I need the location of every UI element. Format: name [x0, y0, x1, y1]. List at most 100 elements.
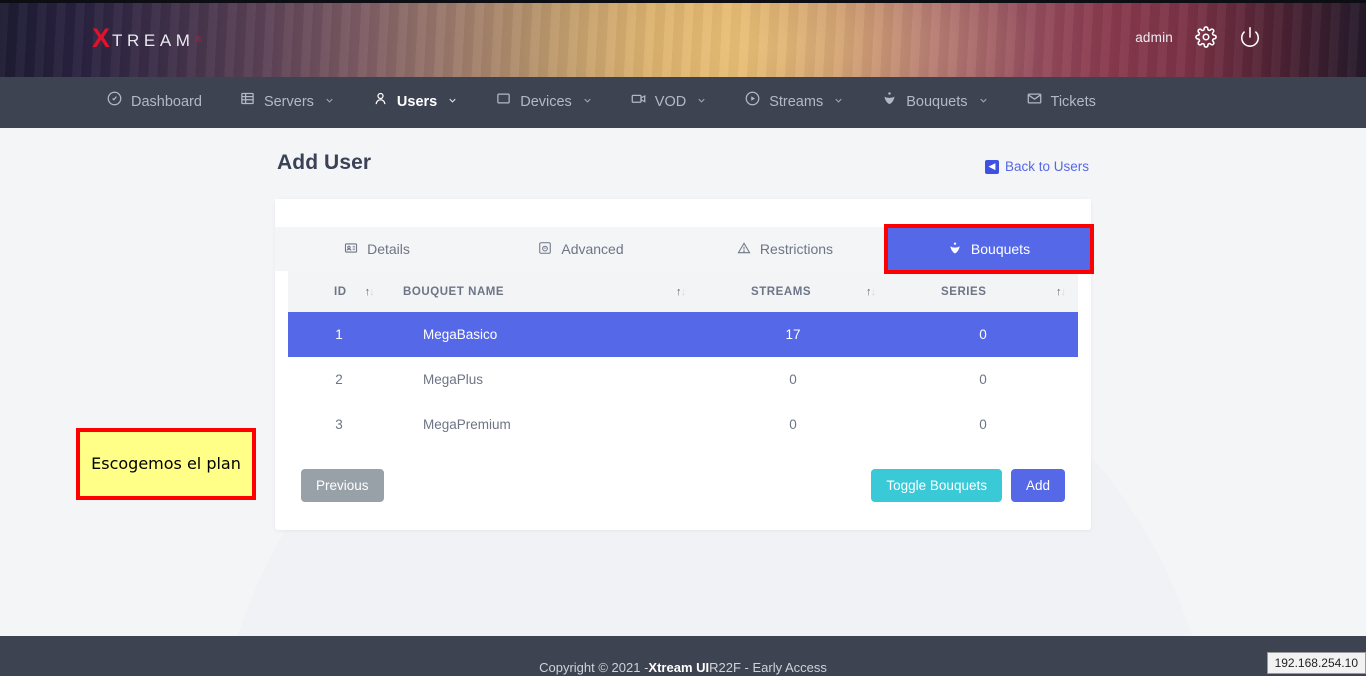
cell-bouquet-name: MegaBasico [423, 327, 498, 342]
card-action-bar: Previous Toggle Bouquets Add [288, 447, 1078, 502]
nav-item-users[interactable]: Users [354, 77, 477, 128]
chevron-down-icon [582, 77, 593, 128]
nav-item-vod[interactable]: VOD [612, 77, 726, 128]
nav-label: Users [396, 94, 438, 110]
footer-suffix: R22F - Early Access [709, 660, 827, 675]
page-body: Add User ◀ Back to Users Details Advance… [0, 128, 1366, 676]
column-label: BOUQUET NAME [403, 285, 505, 298]
column-label: STREAMS [751, 285, 812, 298]
cell-bouquet-name: MegaPlus [423, 372, 484, 387]
tab-wrap-restrictions: Restrictions [683, 227, 887, 271]
back-link-label: Back to Users [1004, 159, 1089, 174]
main-navigation: Dashboard Servers Users Devices VOD Stre… [0, 77, 1366, 137]
tab-bar: Details Advanced Restrictions Bouquets [275, 224, 1094, 274]
nav-label: Streams [769, 94, 824, 110]
back-to-users-link[interactable]: ◀ Back to Users [984, 159, 1089, 174]
nav-label: Dashboard [131, 94, 202, 110]
footer-brand: Xtream UI [648, 660, 710, 675]
nav-label: VOD [654, 94, 687, 110]
nav-item-dashboard[interactable]: Dashboard [88, 77, 221, 128]
cell-series: 0 [979, 417, 987, 432]
tab-label: Restrictions [759, 241, 834, 257]
cell-series: 0 [979, 372, 987, 387]
sort-updown-icon[interactable]: ↑↓ [365, 286, 375, 298]
column-label: ID [334, 285, 347, 298]
nav-item-streams[interactable]: Streams [726, 77, 863, 128]
sort-updown-icon[interactable]: ↑↓ [676, 286, 686, 298]
footer-prefix: Copyright © 2021 - [539, 660, 649, 675]
cell-streams: 0 [789, 417, 797, 432]
settings-icon [538, 241, 552, 258]
nav-label: Devices [520, 94, 572, 110]
card-top-spacer [275, 199, 1091, 227]
dashboard-icon [107, 77, 122, 128]
table-row[interactable]: 3 MegaPremium 0 0 [288, 402, 1078, 447]
table-body: 1 MegaBasico 17 0 2 MegaPlus 0 0 3 MegaP… [288, 312, 1078, 447]
tab-details[interactable]: Details [275, 227, 479, 271]
tab-label: Bouquets [970, 241, 1031, 257]
mail-icon [1027, 77, 1042, 128]
video-icon [631, 77, 646, 128]
column-header-id[interactable]: ID ↑↓ [288, 271, 390, 312]
column-header-bouquet-name[interactable]: BOUQUET NAME ↑↓ [390, 271, 698, 312]
page-footer: Copyright © 2021 - Xtream UI R22F - Earl… [0, 636, 1366, 676]
nav-item-bouquets[interactable]: Bouquets [863, 77, 1007, 128]
cell-series: 0 [979, 327, 987, 342]
tab-label: Details [367, 241, 410, 257]
tab-label: Advanced [561, 241, 624, 257]
nav-label: Servers [263, 94, 314, 110]
table-row[interactable]: 1 MegaBasico 17 0 [288, 312, 1078, 357]
table-header-row: ID ↑↓ BOUQUET NAME ↑↓ STREAMS ↑↓ SERIES … [288, 271, 1078, 312]
toggle-bouquets-button[interactable]: Toggle Bouquets [871, 469, 1002, 502]
column-label: SERIES [941, 285, 987, 298]
nav-item-servers[interactable]: Servers [221, 77, 354, 128]
cell-id: 3 [335, 417, 343, 432]
page-title: Add User [277, 151, 372, 174]
tab-advanced[interactable]: Advanced [479, 227, 683, 271]
chevron-down-icon [324, 77, 335, 128]
sort-updown-icon[interactable]: ↑↓ [1056, 286, 1066, 298]
brand-logo-registered: ® [195, 35, 202, 44]
nav-item-devices[interactable]: Devices [477, 77, 612, 128]
bouquets-table-area: ID ↑↓ BOUQUET NAME ↑↓ STREAMS ↑↓ SERIES … [275, 271, 1091, 502]
column-header-streams[interactable]: STREAMS ↑↓ [698, 271, 888, 312]
sort-updown-icon[interactable]: ↑↓ [866, 286, 876, 298]
cell-bouquet-name: MegaPremium [423, 417, 511, 432]
power-icon[interactable] [1239, 26, 1261, 48]
table-head: ID ↑↓ BOUQUET NAME ↑↓ STREAMS ↑↓ SERIES … [288, 271, 1078, 312]
bouquets-table: ID ↑↓ BOUQUET NAME ↑↓ STREAMS ↑↓ SERIES … [288, 271, 1078, 447]
chevron-down-icon [978, 77, 989, 128]
top-banner: X TREAM ® admin [0, 0, 1366, 77]
tab-wrap-bouquets: Bouquets [884, 224, 1094, 274]
nav-item-tickets[interactable]: Tickets [1008, 77, 1115, 128]
brand-logo-text: TREAM [112, 30, 195, 50]
server-icon [240, 77, 255, 128]
tab-bouquets[interactable]: Bouquets [887, 227, 1091, 271]
header-actions: admin [1135, 26, 1261, 48]
chevron-down-icon [447, 77, 458, 128]
gear-icon[interactable] [1195, 26, 1217, 48]
nav-label: Tickets [1050, 94, 1096, 110]
tab-restrictions[interactable]: Restrictions [683, 227, 887, 271]
ip-address-badge: 192.168.254.10 [1266, 652, 1366, 674]
page-header: Add User ◀ Back to Users [275, 151, 1091, 175]
annotation-callout: Escogemos el plan [76, 428, 256, 500]
back-arrow-icon: ◀ [984, 159, 999, 174]
current-user-label: admin [1135, 29, 1173, 45]
form-card: Details Advanced Restrictions Bouquets I… [275, 199, 1094, 530]
bouquet-icon [948, 241, 962, 258]
column-header-series[interactable]: SERIES ↑↓ [888, 271, 1078, 312]
brand-logo-x: X [92, 23, 111, 53]
device-icon [496, 77, 511, 128]
brand-logo[interactable]: X TREAM ® [92, 25, 201, 52]
user-icon [373, 77, 388, 128]
play-icon [745, 77, 760, 128]
chevron-down-icon [833, 77, 844, 128]
cell-id: 1 [335, 327, 343, 342]
app-root: X TREAM ® admin Dashboard Servers Users … [0, 0, 1366, 676]
add-button[interactable]: Add [1010, 469, 1065, 502]
previous-button[interactable]: Previous [301, 469, 384, 502]
tab-wrap-details: Details [275, 227, 479, 271]
tab-wrap-advanced: Advanced [479, 227, 683, 271]
table-row[interactable]: 2 MegaPlus 0 0 [288, 357, 1078, 402]
